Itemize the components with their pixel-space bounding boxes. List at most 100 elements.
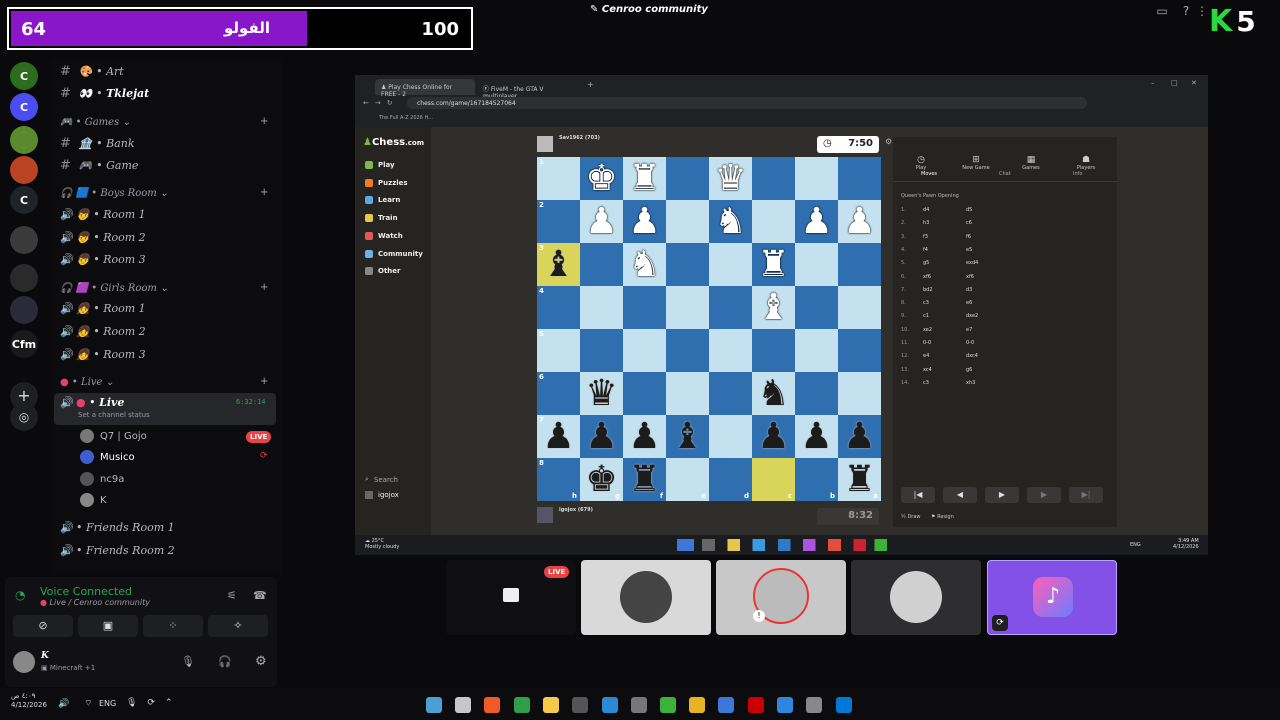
board-square[interactable] xyxy=(838,286,881,329)
board-square[interactable]: a ♜ xyxy=(838,458,881,501)
tray-extra-icons[interactable]: 🎙⟳⌃ xyxy=(126,698,183,708)
taskbar-app-icon[interactable] xyxy=(426,697,442,713)
white-pawn-piece[interactable]: ♟ xyxy=(585,201,617,242)
channel-game[interactable]: # 🎮 • Game xyxy=(60,158,138,173)
board-square[interactable]: b xyxy=(795,458,838,501)
subtab-moves[interactable]: Moves xyxy=(921,171,937,177)
board-square[interactable]: 4 xyxy=(537,286,580,329)
bottom-player-name[interactable]: igojox (679) xyxy=(559,507,593,513)
chess-nav-watch[interactable]: Watch xyxy=(365,231,403,240)
resign-button[interactable]: ⚑ Resign xyxy=(931,514,954,520)
board-square[interactable]: 7 ♟ xyxy=(537,415,580,458)
maximize-icon[interactable]: □ xyxy=(1171,79,1178,87)
board-square[interactable] xyxy=(666,243,709,286)
board-square[interactable] xyxy=(709,286,752,329)
board-square[interactable] xyxy=(795,243,838,286)
new-tab-icon[interactable]: + xyxy=(587,80,594,89)
stream-tile-user[interactable] xyxy=(581,560,711,635)
server-icon[interactable] xyxy=(10,264,38,292)
soundboard-button[interactable]: ✧ xyxy=(208,615,268,637)
inbox-icon[interactable]: ▭ xyxy=(1155,4,1169,18)
board-square[interactable]: 5 xyxy=(537,329,580,372)
taskbar-app-icon[interactable] xyxy=(602,697,618,713)
board-square[interactable] xyxy=(709,372,752,415)
white-pawn-piece[interactable]: ♟ xyxy=(800,201,832,242)
white-knight-piece[interactable]: ♞ xyxy=(628,244,660,285)
board-square[interactable] xyxy=(709,415,752,458)
chess-nav-play[interactable]: Play xyxy=(365,161,395,169)
voice-girls-room-1[interactable]: 🔊 👧 • Room 1 xyxy=(60,302,146,315)
first-move-button[interactable]: |◀ xyxy=(901,487,935,503)
white-queen-piece[interactable]: ♛ xyxy=(714,158,746,199)
taskbar-app-icon[interactable] xyxy=(836,697,852,713)
prev-move-button[interactable]: ◀ xyxy=(943,487,977,503)
chess-nav-community[interactable]: Community xyxy=(365,249,423,258)
chess-nav-train[interactable]: Train xyxy=(365,214,398,223)
board-square[interactable] xyxy=(580,329,623,372)
board-square[interactable]: e xyxy=(666,458,709,501)
camera-button[interactable]: ⊘ xyxy=(13,615,73,637)
board-square[interactable]: ♟ xyxy=(623,415,666,458)
white-king-piece[interactable]: ♚ xyxy=(585,158,617,199)
voice-friends-room-1[interactable]: 🔊 • Friends Room 1 xyxy=(60,521,175,534)
board-square[interactable]: 2 xyxy=(537,200,580,243)
server-icon[interactable] xyxy=(10,226,38,254)
taskbar-app-icon[interactable] xyxy=(484,697,500,713)
board-square[interactable]: 6 xyxy=(537,372,580,415)
taskbar-app-icon[interactable] xyxy=(631,697,647,713)
board-square[interactable] xyxy=(795,329,838,372)
board-square[interactable] xyxy=(795,286,838,329)
channel-status[interactable]: Set a channel status xyxy=(78,411,150,419)
settings-gear-icon[interactable]: ⚙ xyxy=(255,654,267,669)
voice-live[interactable]: 🔊 ● • Live xyxy=(60,396,124,409)
chess-nav-learn[interactable]: Learn xyxy=(365,196,400,205)
headset-icon[interactable]: 🎧 xyxy=(218,655,232,668)
category-girls-room[interactable]: 🎧 🟪 • Girls Room ⌄ + xyxy=(60,282,268,294)
server-icon[interactable]: C xyxy=(10,62,38,90)
white-bishop-piece[interactable]: ♝ xyxy=(757,287,789,328)
taskbar-app-icon[interactable] xyxy=(660,697,676,713)
channel-art[interactable]: # 🎨 • Art xyxy=(60,64,124,79)
board-square[interactable]: ♝ xyxy=(666,415,709,458)
voice-girls-room-2[interactable]: 🔊 👧 • Room 2 xyxy=(60,325,146,338)
board-square[interactable]: 8h xyxy=(537,458,580,501)
inner-clock[interactable]: 3:49 AM 4/12/2026 xyxy=(1173,538,1199,550)
board-square[interactable]: ♟ xyxy=(795,200,838,243)
black-rook-piece[interactable]: ♜ xyxy=(628,459,660,500)
channel-tklejat[interactable]: # 👀 • Tklejat xyxy=(60,86,149,101)
voice-boys-room-1[interactable]: 🔊 👦 • Room 1 xyxy=(60,208,146,221)
taskbar-clock[interactable]: ٤:٠٩ ص 4/12/2026 xyxy=(11,692,47,710)
nav-buttons[interactable]: ←→↻ xyxy=(363,99,399,107)
black-pawn-piece[interactable]: ♟ xyxy=(800,416,832,457)
stream-tile-musico[interactable]: ♪ ⟳ xyxy=(987,560,1117,635)
tab-new-game[interactable]: ⊞ New Game xyxy=(951,155,1001,171)
board-square[interactable]: ♝ xyxy=(752,286,795,329)
board-square[interactable] xyxy=(666,157,709,200)
bookmark-item[interactable]: The Full A-Z 2026 H... xyxy=(379,115,433,121)
draw-button[interactable]: ½ Draw xyxy=(901,514,921,520)
tab-fivem[interactable]: Ⓕ FiveM - the GTA V multiplayer xyxy=(477,79,583,100)
close-icon[interactable]: ✕ xyxy=(1191,79,1197,87)
black-bishop-piece[interactable]: ♝ xyxy=(671,416,703,457)
board-square[interactable] xyxy=(666,286,709,329)
white-knight-piece[interactable]: ♞ xyxy=(714,201,746,242)
board-square[interactable]: ♜ xyxy=(623,157,666,200)
taskbar-app-icon[interactable] xyxy=(543,697,559,713)
black-pawn-piece[interactable]: ♟ xyxy=(585,416,617,457)
board-square[interactable]: ♟ xyxy=(580,200,623,243)
board-square[interactable] xyxy=(580,286,623,329)
black-pawn-piece[interactable]: ♟ xyxy=(628,416,660,457)
board-square[interactable]: ♛ xyxy=(580,372,623,415)
black-king-piece[interactable]: ♚ xyxy=(585,459,617,500)
discover-icon[interactable]: ◎ xyxy=(10,403,38,431)
address-bar[interactable]: chess.com/game/167184527064 xyxy=(407,97,1087,109)
board-square[interactable] xyxy=(580,243,623,286)
server-icon[interactable]: C xyxy=(10,93,38,121)
chess-nav-other[interactable]: Other xyxy=(365,267,400,276)
black-bishop-piece[interactable]: ♝ xyxy=(542,244,574,285)
board-settings-icon[interactable]: ⚙ xyxy=(885,137,892,146)
board-square[interactable] xyxy=(795,372,838,415)
board-square[interactable] xyxy=(623,329,666,372)
board-square[interactable]: ♚ xyxy=(580,157,623,200)
board-square[interactable]: g ♚ xyxy=(580,458,623,501)
